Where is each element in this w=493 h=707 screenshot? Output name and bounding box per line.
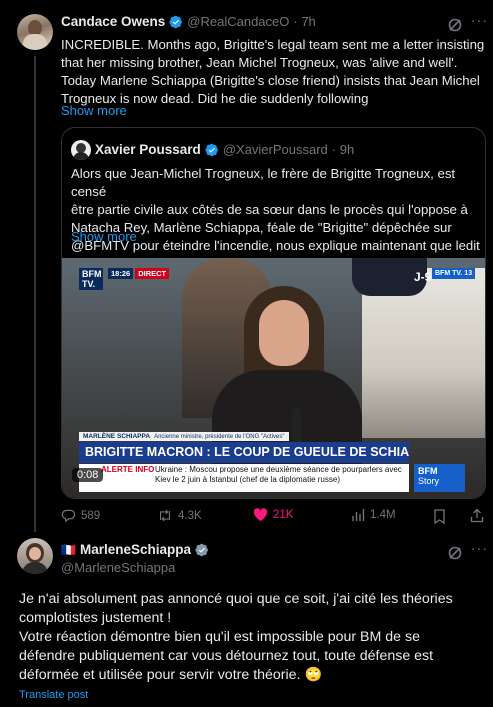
share-icon[interactable] xyxy=(470,508,484,523)
reply-text-line: complotistes justement ! xyxy=(19,610,172,626)
views-count: 1.4M xyxy=(370,509,396,521)
reply-author-name[interactable]: MarleneSchiappa xyxy=(80,542,191,557)
news-ticker: Ukraine : Moscou propose une deuxième sé… xyxy=(155,465,402,484)
headline-banner: BRIGITTE MACRON : LE COUP DE GUEULE DE S… xyxy=(79,442,409,463)
grok-icon[interactable] xyxy=(447,17,463,33)
bfm-logo: BFM TV. xyxy=(79,268,103,290)
video-duration: 0:08 xyxy=(72,468,104,482)
quote-author-handle: @XavierPoussard xyxy=(222,142,328,157)
thread-line xyxy=(34,56,36,532)
quote-time: · 9h xyxy=(331,142,355,157)
bookmark-icon[interactable] xyxy=(433,509,446,524)
reply-icon xyxy=(61,509,76,523)
lower-third-role: Ancienne ministre, présidente de l'ONG "… xyxy=(154,433,285,440)
translate-post-link[interactable]: Translate post xyxy=(19,689,88,701)
video-speaker-face xyxy=(259,300,309,366)
broadcast-time: 18:26 xyxy=(108,268,134,279)
reply-author-handle[interactable]: @MarleneSchiappa xyxy=(61,560,175,575)
repost-icon xyxy=(159,509,171,522)
author-handle[interactable]: @RealCandaceO xyxy=(187,14,289,29)
channel-badge: BFM TV. 13 xyxy=(432,268,476,279)
repost-count: 4.3K xyxy=(178,509,202,522)
tweet-text-line: that her missing brother, Jean Michel Tr… xyxy=(61,55,458,70)
views-button[interactable]: 1.4M xyxy=(351,508,396,522)
grok-icon[interactable] xyxy=(447,545,463,561)
verified-badge-icon xyxy=(169,15,183,28)
reply-text-line: défendre publiquement car vous détournez… xyxy=(19,648,434,664)
heart-icon xyxy=(253,508,268,522)
lower-third-name: MARLÈNE SCHIAPPA xyxy=(83,433,151,440)
show-more-link[interactable]: Show more xyxy=(61,103,127,118)
quote-author-name: Xavier Poussard xyxy=(95,142,201,157)
bfm-story-sub: Story xyxy=(418,476,440,486)
verified-badge-icon xyxy=(205,143,218,156)
reply-avatar[interactable] xyxy=(17,538,53,574)
action-bar: 589 4.3K 21K 1.4M xyxy=(61,508,486,526)
quote-text-line: Alors que Jean-Michel Trogneux, le frère… xyxy=(71,166,456,199)
quote-avatar xyxy=(71,140,91,160)
reply-text-line: déformée et utilisée pour servir votre t… xyxy=(19,667,323,683)
quote-text-line: être partie civile aux côtés de sa sœur … xyxy=(71,202,468,217)
reply-button[interactable]: 589 xyxy=(61,508,100,523)
reply-flag: 🇫🇷 xyxy=(61,542,76,557)
tweet-time[interactable]: · 7h xyxy=(293,14,315,29)
countdown-badge: J-9 xyxy=(414,270,432,284)
reply-text-line: Votre réaction démontre bien qu'il est i… xyxy=(19,629,420,645)
tweet-text-line: Today Marlene Schiappa (Brigitte's close… xyxy=(61,73,480,88)
verified-gray-badge-icon xyxy=(195,543,208,556)
reply-text-line: Je n'ai absolument pas annoncé quoi que … xyxy=(19,591,453,607)
like-button[interactable]: 21K xyxy=(253,508,293,522)
author-name[interactable]: Candace Owens xyxy=(61,14,165,29)
video-player[interactable]: BFM TV. 18:26 DIRECT J-9 BFM TV. 13 MARL… xyxy=(62,258,485,498)
alert-label: ALERTE INFO xyxy=(101,465,155,474)
tweet-text-line: INCREDIBLE. Months ago, Brigitte's legal… xyxy=(61,37,485,52)
more-icon[interactable]: ··· xyxy=(471,12,488,28)
bfm-story-logo: BFM xyxy=(418,466,438,476)
reply-count: 589 xyxy=(81,509,101,522)
direct-badge: DIRECT xyxy=(135,268,170,279)
like-count: 21K xyxy=(273,509,294,521)
quote-show-more-link[interactable]: Show more xyxy=(71,229,137,244)
repost-button[interactable]: 4.3K xyxy=(157,508,202,523)
reply-more-icon[interactable]: ··· xyxy=(471,540,488,556)
views-icon xyxy=(352,509,365,521)
quote-card[interactable]: Xavier Poussard @XavierPoussard · 9h Alo… xyxy=(61,127,486,499)
author-avatar[interactable] xyxy=(17,14,53,50)
